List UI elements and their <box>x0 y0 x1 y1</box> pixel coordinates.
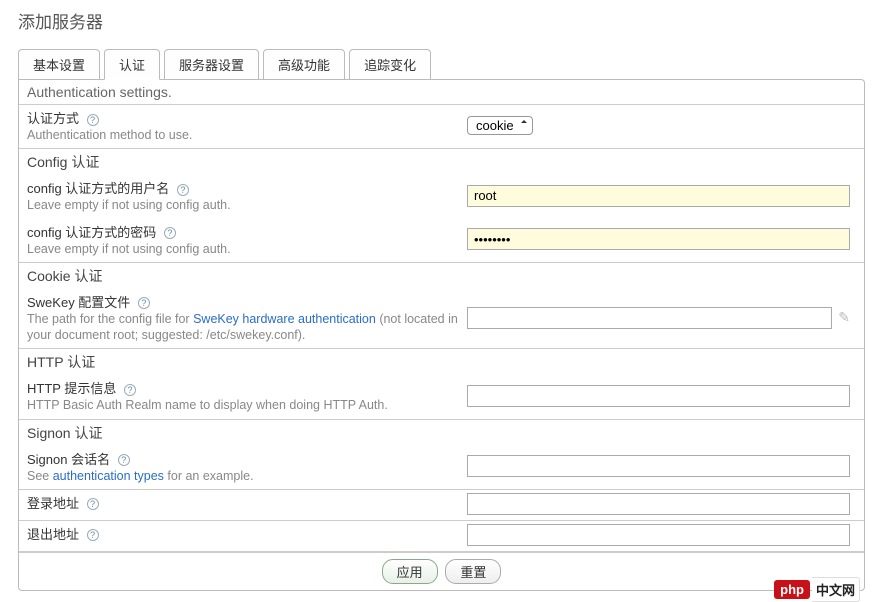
help-icon[interactable]: ? <box>118 454 130 466</box>
brand-badge: php <box>774 580 810 599</box>
login-url-label: 登录地址 <box>27 496 79 511</box>
section-signon: Signon 认证 <box>19 420 864 446</box>
logout-url-label: 退出地址 <box>27 527 79 542</box>
http-realm-desc: HTTP Basic Auth Realm name to display wh… <box>27 397 467 413</box>
row-swekey: SweKey 配置文件 ? The path for the config fi… <box>19 289 864 350</box>
row-signon-session: Signon 会话名 ? See authentication types fo… <box>19 446 864 490</box>
swekey-desc: The path for the config file for SweKey … <box>27 311 467 344</box>
tab-bar: 基本设置 认证 服务器设置 高级功能 追踪变化 <box>18 48 873 79</box>
config-pass-desc: Leave empty if not using config auth. <box>27 241 467 257</box>
apply-button[interactable]: 应用 <box>382 559 438 584</box>
row-config-user: config 认证方式的用户名 ? Leave empty if not usi… <box>19 175 864 218</box>
section-config: Config 认证 <box>19 149 864 175</box>
help-icon[interactable]: ? <box>87 498 99 510</box>
tab-auth[interactable]: 认证 <box>104 49 160 80</box>
pencil-icon[interactable]: ✎ <box>838 309 850 326</box>
config-user-input[interactable] <box>467 185 850 207</box>
signon-link[interactable]: authentication types <box>53 469 164 483</box>
help-icon[interactable]: ? <box>138 297 150 309</box>
config-pass-label: config 认证方式的密码 <box>27 225 156 240</box>
row-config-pass: config 认证方式的密码 ? Leave empty if not usin… <box>19 219 864 263</box>
logout-url-input[interactable] <box>467 524 850 546</box>
http-realm-label: HTTP 提示信息 <box>27 381 116 396</box>
row-login-url: 登录地址 ? <box>19 490 864 521</box>
tab-server[interactable]: 服务器设置 <box>164 49 259 80</box>
settings-panel: Authentication settings. 认证方式 ? Authenti… <box>18 79 865 591</box>
tab-advanced[interactable]: 高级功能 <box>263 49 345 80</box>
reset-button[interactable]: 重置 <box>445 559 501 584</box>
auth-method-desc: Authentication method to use. <box>27 127 467 143</box>
signon-desc: See authentication types for an example. <box>27 468 467 484</box>
help-icon[interactable]: ? <box>164 227 176 239</box>
swekey-link[interactable]: SweKey hardware authentication <box>193 312 376 326</box>
swekey-input[interactable] <box>467 307 832 329</box>
http-realm-input[interactable] <box>467 385 850 407</box>
row-http-realm: HTTP 提示信息 ? HTTP Basic Auth Realm name t… <box>19 375 864 419</box>
tab-tracking[interactable]: 追踪变化 <box>349 49 431 80</box>
brand-watermark: php中文网 <box>774 577 860 602</box>
panel-subhead: Authentication settings. <box>19 80 864 105</box>
section-http: HTTP 认证 <box>19 349 864 375</box>
help-icon[interactable]: ? <box>177 184 189 196</box>
swekey-label: SweKey 配置文件 <box>27 295 130 310</box>
config-user-desc: Leave empty if not using config auth. <box>27 197 467 213</box>
row-auth-method: 认证方式 ? Authentication method to use. coo… <box>19 105 864 149</box>
row-logout-url: 退出地址 ? <box>19 521 864 552</box>
auth-method-select[interactable]: cookie <box>467 116 533 135</box>
help-icon[interactable]: ? <box>124 384 136 396</box>
config-pass-input[interactable] <box>467 228 850 250</box>
help-icon[interactable]: ? <box>87 114 99 126</box>
signon-session-label: Signon 会话名 <box>27 452 110 467</box>
signon-session-input[interactable] <box>467 455 850 477</box>
tab-basic[interactable]: 基本设置 <box>18 49 100 80</box>
login-url-input[interactable] <box>467 493 850 515</box>
auth-method-label: 认证方式 <box>27 111 79 126</box>
page-title: 添加服务器 <box>18 8 873 33</box>
help-icon[interactable]: ? <box>87 529 99 541</box>
config-user-label: config 认证方式的用户名 <box>27 181 169 196</box>
footer: 应用 重置 <box>19 552 864 590</box>
brand-text: 中文网 <box>812 577 860 602</box>
section-cookie: Cookie 认证 <box>19 263 864 289</box>
